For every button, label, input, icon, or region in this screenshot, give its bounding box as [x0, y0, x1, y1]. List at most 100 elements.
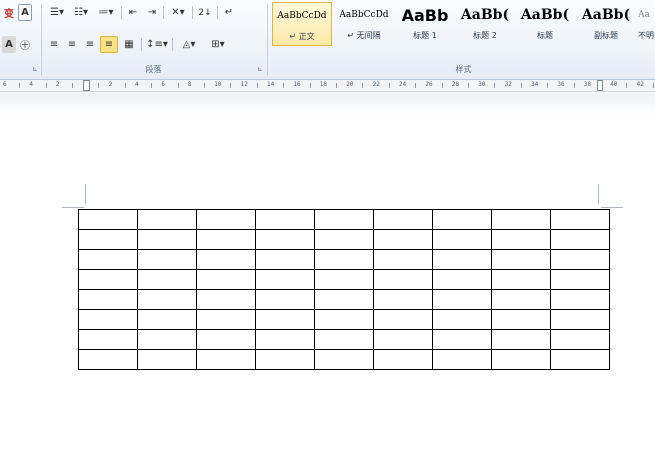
table-cell[interactable] — [432, 269, 492, 290]
table-cell[interactable] — [255, 229, 315, 250]
table-cell[interactable] — [491, 349, 551, 370]
table-cell[interactable] — [373, 329, 433, 350]
table-cell[interactable] — [78, 249, 138, 270]
table-cell[interactable] — [432, 249, 492, 270]
table-cell[interactable] — [78, 289, 138, 310]
right-indent-marker-icon[interactable] — [597, 80, 603, 91]
table-cell[interactable] — [432, 289, 492, 310]
line-spacing-icon[interactable]: ↕≡▾ — [145, 36, 169, 53]
align-right-icon[interactable]: ≡ — [82, 36, 98, 53]
center-icon[interactable]: ≡ — [64, 36, 80, 53]
horizontal-ruler[interactable]: 6 4 2 2 4 6 8 10 12 14 16 18 20 22 24 26 28 30 32 34 36 38 40 4… — [0, 80, 655, 92]
style-subtitle[interactable]: AaBb( 副标题 — [576, 2, 636, 46]
table-cell[interactable] — [255, 269, 315, 290]
table-cell[interactable] — [196, 209, 256, 230]
table-cell[interactable] — [491, 289, 551, 310]
style-heading-1[interactable]: AaBb 标题 1 — [396, 2, 454, 46]
table-cell[interactable] — [137, 269, 197, 290]
shading-icon[interactable]: ◬▾ — [176, 36, 202, 53]
style-heading-2[interactable]: AaBb( 标题 2 — [456, 2, 514, 46]
increase-indent-icon[interactable]: ⇥ — [144, 4, 160, 21]
table-cell[interactable] — [432, 209, 492, 230]
table-cell[interactable] — [373, 209, 433, 230]
table-cell[interactable] — [78, 349, 138, 370]
table-cell[interactable] — [550, 269, 610, 290]
character-shading-button[interactable]: A — [2, 36, 16, 53]
table-cell[interactable] — [373, 229, 433, 250]
table-cell[interactable] — [491, 209, 551, 230]
decrease-indent-icon[interactable]: ⇤ — [125, 4, 141, 21]
phonetic-guide-button[interactable]: 变 — [2, 4, 16, 21]
justify-icon[interactable]: ≡ — [100, 36, 118, 53]
table-cell[interactable] — [491, 269, 551, 290]
table-cell[interactable] — [137, 209, 197, 230]
enclose-characters-button[interactable]: ㊉ — [18, 36, 32, 53]
table-cell[interactable] — [196, 329, 256, 350]
chinese-layout-icon[interactable]: ✕▾ — [167, 4, 189, 21]
table-cell[interactable] — [137, 329, 197, 350]
table-cell[interactable] — [196, 229, 256, 250]
table-cell[interactable] — [550, 349, 610, 370]
table-cell[interactable] — [314, 329, 374, 350]
table-cell[interactable] — [196, 349, 256, 370]
table-cell[interactable] — [78, 269, 138, 290]
table-cell[interactable] — [255, 329, 315, 350]
character-border-button[interactable]: A — [18, 4, 32, 21]
table-cell[interactable] — [491, 249, 551, 270]
table-cell[interactable] — [255, 349, 315, 370]
table-cell[interactable] — [314, 209, 374, 230]
table-cell[interactable] — [314, 349, 374, 370]
table-cell[interactable] — [78, 209, 138, 230]
table-cell[interactable] — [137, 229, 197, 250]
table-cell[interactable] — [373, 269, 433, 290]
table-cell[interactable] — [137, 289, 197, 310]
paragraph-dialog-launcher-icon[interactable]: ⊾ — [257, 65, 263, 73]
indent-marker-icon[interactable] — [83, 80, 90, 91]
table-cell[interactable] — [550, 329, 610, 350]
table-cell[interactable] — [196, 309, 256, 330]
style-title[interactable]: AaBb( 标题 — [516, 2, 574, 46]
borders-icon[interactable]: ⊞▾ — [205, 36, 231, 53]
table-cell[interactable] — [314, 309, 374, 330]
table-cell[interactable] — [550, 289, 610, 310]
table-cell[interactable] — [314, 229, 374, 250]
table-cell[interactable] — [491, 329, 551, 350]
style-no-spacing[interactable]: AaBbCcDd ↵ 无间隔 — [334, 2, 394, 46]
table-cell[interactable] — [550, 309, 610, 330]
style-normal[interactable]: AaBbCcDd ↵ 正文 — [272, 2, 332, 46]
table-cell[interactable] — [432, 329, 492, 350]
table-cell[interactable] — [137, 249, 197, 270]
table-cell[interactable] — [255, 209, 315, 230]
table-cell[interactable] — [373, 289, 433, 310]
show-marks-icon[interactable]: ↵ — [221, 4, 237, 21]
table-cell[interactable] — [373, 309, 433, 330]
table-cell[interactable] — [550, 249, 610, 270]
table-cell[interactable] — [78, 329, 138, 350]
style-subtle[interactable]: Aa 不明 — [638, 2, 655, 46]
document-table[interactable] — [78, 209, 610, 370]
table-cell[interactable] — [373, 349, 433, 370]
table-cell[interactable] — [432, 229, 492, 250]
table-cell[interactable] — [78, 229, 138, 250]
table-cell[interactable] — [196, 289, 256, 310]
table-cell[interactable] — [196, 249, 256, 270]
table-cell[interactable] — [314, 289, 374, 310]
align-left-icon[interactable]: ≡ — [46, 36, 62, 53]
table-cell[interactable] — [78, 309, 138, 330]
bullets-icon[interactable]: ☰▾ — [46, 4, 68, 21]
table-cell[interactable] — [255, 249, 315, 270]
table-cell[interactable] — [432, 349, 492, 370]
multilevel-list-icon[interactable]: ≔▾ — [94, 4, 118, 21]
table-cell[interactable] — [137, 309, 197, 330]
table-cell[interactable] — [491, 309, 551, 330]
table-cell[interactable] — [137, 349, 197, 370]
table-cell[interactable] — [196, 269, 256, 290]
table-cell[interactable] — [314, 249, 374, 270]
table-cell[interactable] — [550, 209, 610, 230]
sort-icon[interactable]: 2↓ — [196, 4, 214, 21]
table-cell[interactable] — [255, 289, 315, 310]
table-cell[interactable] — [550, 229, 610, 250]
distributed-icon[interactable]: ▦ — [120, 36, 138, 53]
numbering-icon[interactable]: ☷▾ — [70, 4, 92, 21]
font-dialog-launcher-icon[interactable]: ⊾ — [32, 65, 38, 73]
